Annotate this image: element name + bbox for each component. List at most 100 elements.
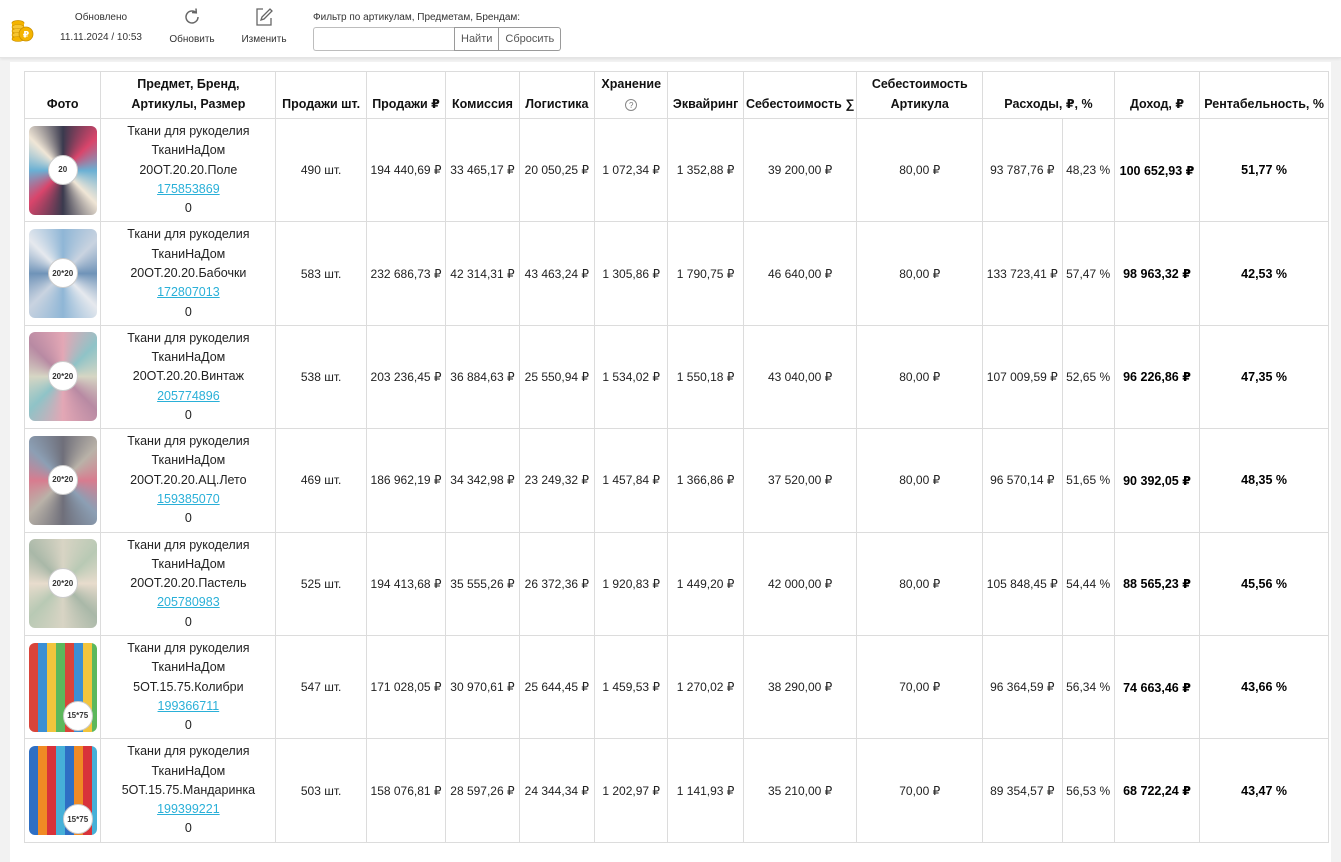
refresh-button[interactable]: Обновить	[162, 6, 222, 45]
expenses-rub-cell: 89 354,57 ₽	[982, 738, 1063, 843]
product-thumbnail[interactable]: 20*20	[28, 332, 97, 422]
sales-rub-cell: 194 440,69 ₽	[365, 117, 447, 223]
updated-time: 11.11.2024 / 10:53	[60, 32, 142, 43]
photo-cell: 15*75	[23, 634, 102, 740]
find-button[interactable]: Найти	[454, 27, 500, 51]
table-row: 15*75 Ткани для рукоделия ТканиНаДом 5ОТ…	[23, 738, 1329, 843]
size-badge: 20	[47, 154, 78, 185]
product-brand: ТканиНаДом	[151, 556, 226, 571]
product-id-link[interactable]: 172807013	[157, 285, 220, 299]
reset-button[interactable]: Сбросить	[499, 27, 562, 51]
col-cost-sum[interactable]: Себестоимость ∑	[742, 71, 858, 119]
table-header-row: Фото Предмет, Бренд, Артикулы, Размер Пр…	[23, 71, 1329, 119]
commission-cell: 34 342,98 ₽	[445, 428, 520, 533]
product-thumbnail[interactable]: 15*75	[28, 642, 97, 732]
cost-article-cell: 80,00 ₽	[856, 221, 984, 326]
cost-article-cell: 80,00 ₽	[856, 117, 984, 223]
cost-sum-cell: 38 290,00 ₽	[742, 634, 858, 740]
logistics-cell: 20 050,25 ₽	[518, 117, 596, 223]
profitability-cell: 45,56 %	[1199, 531, 1329, 636]
col-commission[interactable]: Комиссия	[445, 71, 520, 119]
commission-cell: 28 597,26 ₽	[445, 738, 520, 843]
product-id-link[interactable]: 175853869	[157, 182, 220, 196]
commission-cell: 35 555,26 ₽	[445, 531, 520, 636]
product-id-link[interactable]: 159385070	[157, 492, 220, 506]
product-brand: ТканиНаДом	[151, 350, 226, 365]
storage-cell: 1 072,34 ₽	[594, 117, 669, 223]
income-cell: 90 392,05 ₽	[1113, 428, 1201, 533]
col-photo: Фото	[23, 71, 102, 119]
product-id-link[interactable]: 205774896	[157, 389, 220, 403]
acquiring-cell: 1 141,93 ₽	[667, 738, 744, 843]
col-acquiring[interactable]: Эквайринг	[667, 71, 744, 119]
size-badge: 20*20	[47, 464, 78, 495]
expenses-rub-cell: 93 787,76 ₽	[982, 117, 1063, 223]
expenses-rub-cell: 107 009,59 ₽	[982, 324, 1063, 430]
product-thumbnail[interactable]: 20	[28, 125, 97, 215]
table-row: 20 Ткани для рукоделия ТканиНаДом 20ОТ.2…	[23, 117, 1329, 223]
size-badge: 20*20	[47, 361, 78, 392]
updated-label: Обновлено	[74, 12, 128, 23]
acquiring-cell: 1 270,02 ₽	[667, 634, 744, 740]
income-cell: 68 722,24 ₽	[1113, 738, 1201, 843]
expenses-pct-cell: 52,65 %	[1061, 324, 1115, 430]
size-badge: 20*20	[47, 258, 78, 289]
product-cell: Ткани для рукоделия ТканиНаДом 20ОТ.20.2…	[100, 221, 277, 326]
table-row: 20*20 Ткани для рукоделия ТканиНаДом 20О…	[23, 428, 1329, 533]
sales-rub-cell: 186 962,19 ₽	[365, 428, 447, 533]
edit-button[interactable]: Изменить	[234, 6, 294, 45]
profitability-cell: 42,53 %	[1199, 221, 1329, 326]
storage-cell: 1 459,53 ₽	[594, 634, 669, 740]
sales-qty-cell: 490 шт.	[275, 117, 367, 223]
col-income[interactable]: Доход, ₽	[1113, 71, 1201, 119]
refresh-label: Обновить	[169, 34, 215, 45]
col-sales-qty[interactable]: Продажи шт.	[275, 71, 367, 119]
product-id-link[interactable]: 199399221	[157, 802, 220, 816]
filter-controls: Найти Сбросить	[313, 27, 562, 51]
sales-qty-cell: 538 шт.	[275, 324, 367, 430]
expenses-pct-cell: 48,23 %	[1061, 117, 1115, 223]
commission-cell: 36 884,63 ₽	[445, 324, 520, 430]
toolbar: ₽ Обновлено 11.11.2024 / 10:53 Обновить …	[0, 0, 1341, 58]
product-thumbnail[interactable]: 20*20	[28, 435, 97, 525]
filter-input[interactable]	[313, 27, 454, 51]
product-brand: ТканиНаДом	[151, 143, 226, 158]
col-profitability[interactable]: Рентабельность, %	[1199, 71, 1329, 119]
size-badge: 15*75	[62, 700, 93, 731]
sales-qty-cell: 503 шт.	[275, 738, 367, 843]
cost-article-cell: 70,00 ₽	[856, 738, 984, 843]
storage-cell: 1 534,02 ₽	[594, 324, 669, 430]
storage-cell: 1 457,84 ₽	[594, 428, 669, 533]
col-logistics[interactable]: Логистика	[518, 71, 596, 119]
edit-label: Изменить	[241, 34, 287, 45]
product-thumbnail[interactable]: 15*75	[28, 746, 97, 836]
product-cell: Ткани для рукоделия ТканиНаДом 20ОТ.20.2…	[100, 531, 277, 636]
expenses-pct-cell: 54,44 %	[1061, 531, 1115, 636]
product-thumbnail[interactable]: 20*20	[28, 229, 97, 319]
storage-cell: 1 202,97 ₽	[594, 738, 669, 843]
acquiring-cell: 1 352,88 ₽	[667, 117, 744, 223]
help-icon[interactable]: ?	[625, 99, 638, 111]
col-expenses[interactable]: Расходы, ₽, %	[982, 71, 1115, 119]
expenses-pct-cell: 56,34 %	[1061, 634, 1115, 740]
col-storage[interactable]: Хранение ?	[594, 71, 669, 119]
product-thumbnail[interactable]: 20*20	[28, 539, 97, 629]
cost-article-cell: 70,00 ₽	[856, 634, 984, 740]
product-brand: ТканиНаДом	[151, 660, 226, 675]
size-badge: 20*20	[47, 568, 78, 599]
logistics-cell: 26 372,36 ₽	[518, 531, 596, 636]
filter-label: Фильтр по артикулам, Предметам, Брендам:	[313, 12, 521, 23]
product-id-link[interactable]: 205780983	[157, 595, 220, 609]
logistics-cell: 43 463,24 ₽	[518, 221, 596, 326]
photo-cell: 20*20	[23, 324, 102, 430]
product-subject: Ткани для рукоделия	[127, 434, 250, 449]
sales-qty-cell: 469 шт.	[275, 428, 367, 533]
logistics-cell: 25 644,45 ₽	[518, 634, 596, 740]
commission-cell: 33 465,17 ₽	[445, 117, 520, 223]
product-id-link[interactable]: 199366711	[158, 699, 220, 713]
sales-rub-cell: 232 686,73 ₽	[365, 221, 447, 326]
storage-cell: 1 920,83 ₽	[594, 531, 669, 636]
sales-report-table: Фото Предмет, Бренд, Артикулы, Размер Пр…	[23, 71, 1329, 843]
col-cost-article[interactable]: Себестоимость Артикула	[856, 71, 984, 119]
col-sales-rub[interactable]: Продажи ₽	[365, 71, 447, 119]
